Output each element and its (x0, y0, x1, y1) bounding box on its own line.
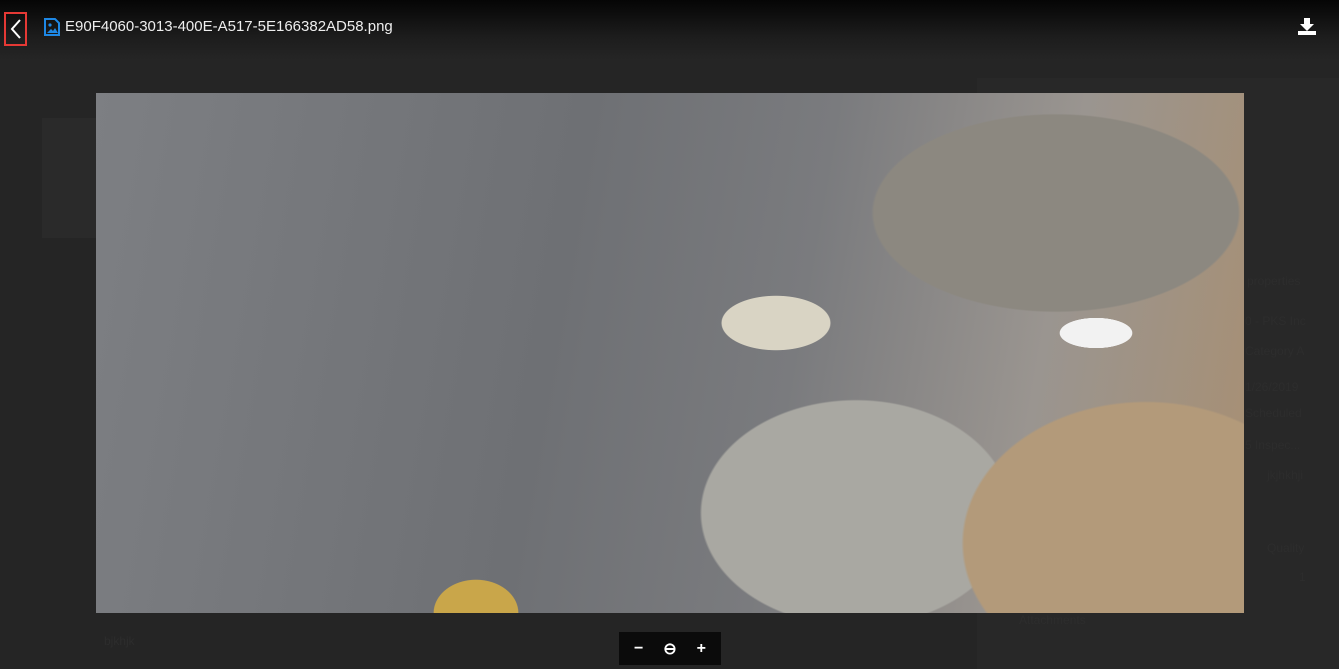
bg-note: jkjhkhji (1267, 468, 1304, 482)
viewer-header: E90F4060-3013-400E-A517-5E166382AD58.png (0, 0, 1339, 60)
bg-properties: properties (1247, 274, 1301, 288)
bg-company: 0 - PKS Inc (1245, 314, 1306, 328)
bg-attachments: Attachments (1019, 613, 1086, 627)
bg-date: 1/26/2019 (1245, 380, 1299, 394)
zoom-controls: − ⊖ + (619, 632, 721, 665)
image-file-icon (44, 18, 60, 36)
zoom-out-button[interactable]: − (626, 640, 652, 658)
zoom-reset-button[interactable]: ⊖ (657, 639, 683, 659)
zoom-in-button[interactable]: + (688, 640, 714, 658)
bg-category: Category A (1245, 344, 1305, 358)
bg-status: Scheduled (1245, 406, 1302, 420)
file-name: E90F4060-3013-400E-A517-5E166382AD58.png (65, 18, 393, 35)
chevron-left-icon (10, 19, 21, 39)
bg-count: 1 (1299, 570, 1306, 584)
bg-comment: bjkhjk (104, 634, 135, 648)
background-left-panel (42, 118, 102, 238)
download-icon[interactable] (1297, 16, 1317, 36)
bg-type: 5 Inspec... (1245, 438, 1301, 452)
bg-quality: Quality (1267, 541, 1305, 555)
back-button[interactable] (4, 12, 27, 46)
image-preview (96, 93, 1244, 613)
